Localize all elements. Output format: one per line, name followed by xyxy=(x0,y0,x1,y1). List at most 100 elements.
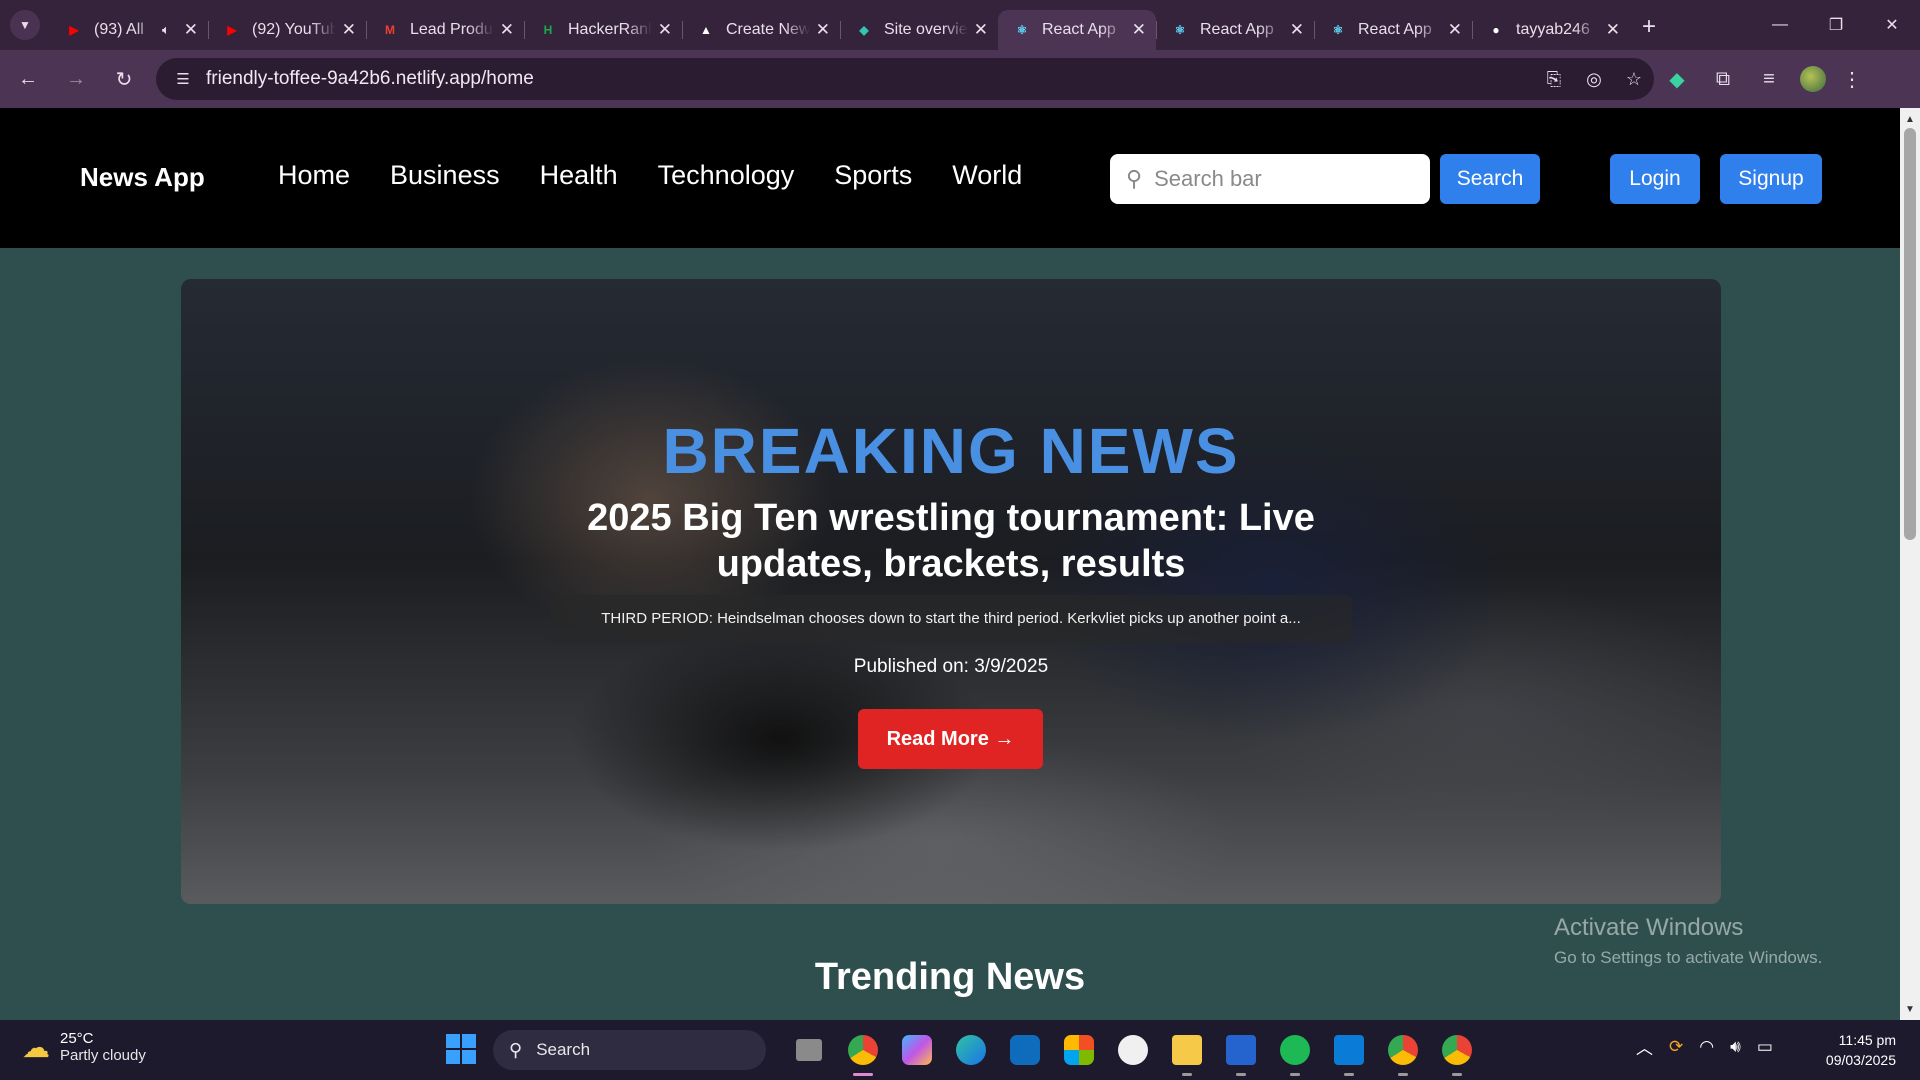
battery-icon[interactable]: ▭ xyxy=(1757,1037,1773,1057)
chrome-taskbar-icon[interactable] xyxy=(836,1030,890,1076)
tab-close-icon[interactable]: ✕ xyxy=(500,20,514,40)
file-explorer-icon[interactable] xyxy=(1160,1030,1214,1076)
nav-link-world[interactable]: World xyxy=(952,160,1022,191)
browser-tab[interactable]: ● tayyab246 ✕ xyxy=(1472,10,1630,50)
login-button[interactable]: Login xyxy=(1610,154,1700,204)
tab-close-icon[interactable]: ✕ xyxy=(1606,20,1620,40)
tab-title: HackerRank xyxy=(568,21,652,38)
address-bar[interactable]: ☰ friendly-toffee-9a42b6.netlify.app/hom… xyxy=(156,58,1654,100)
extensions-puzzle-icon[interactable]: ⧉ xyxy=(1700,68,1746,91)
weather-widget[interactable]: ☁ 25°C Partly cloudy xyxy=(22,1030,146,1064)
tab-close-icon[interactable]: ✕ xyxy=(658,20,672,40)
category-menu: Home Business Health Technology Sports World xyxy=(278,160,1062,191)
volume-icon[interactable]: 🔊︎ xyxy=(1730,1037,1741,1057)
search-box[interactable]: ⚲ xyxy=(1110,154,1430,204)
edge-icon[interactable] xyxy=(944,1030,998,1070)
speaker-icon[interactable]: 🔈︎ xyxy=(162,22,170,38)
tab-close-icon[interactable]: ✕ xyxy=(342,20,356,40)
restore-icon[interactable]: ❐ xyxy=(1808,0,1864,50)
new-tab-plus-icon[interactable]: + xyxy=(1642,13,1656,41)
hero-content: BREAKING NEWS 2025 Big Ten wrestling tou… xyxy=(181,279,1721,904)
todo-check-icon[interactable] xyxy=(1214,1030,1268,1076)
weather-condition: Partly cloudy xyxy=(60,1047,146,1064)
watermark-subtitle: Go to Settings to activate Windows. xyxy=(1554,948,1823,967)
outlook-icon[interactable] xyxy=(998,1030,1052,1070)
netlify-icon: ◆ xyxy=(859,23,869,37)
reload-icon[interactable]: ↻ xyxy=(104,59,144,99)
taskbar-search-label: Search xyxy=(536,1040,591,1059)
eye-off-icon[interactable]: ◎ xyxy=(1574,69,1614,90)
chrome-profile-2-icon[interactable] xyxy=(1430,1030,1484,1076)
extension-logo-icon[interactable]: ◆ xyxy=(1654,67,1700,92)
windows-taskbar: ☁ 25°C Partly cloudy ⚲ Search ︿ ⟳ ◠ 🔊︎ ▭… xyxy=(0,1020,1920,1080)
minimize-icon[interactable]: — xyxy=(1752,0,1808,50)
browser-tab[interactable]: ▲ Create New ✕ xyxy=(682,10,840,50)
microsoft-store-icon[interactable] xyxy=(1052,1030,1106,1070)
tab-close-icon[interactable]: ✕ xyxy=(816,20,830,40)
tab-search-chevron-icon[interactable]: ▼ xyxy=(10,10,40,40)
install-app-icon[interactable]: ⎘ xyxy=(1534,69,1574,90)
chrome-profile-icon[interactable] xyxy=(1376,1030,1430,1076)
tab-close-icon[interactable]: ✕ xyxy=(1448,20,1462,40)
browser-tab[interactable]: ⚛ React App ✕ xyxy=(998,10,1156,50)
window-controls: — ❐ ✕ xyxy=(1752,0,1920,50)
signup-button[interactable]: Signup xyxy=(1720,154,1822,204)
taskbar-clock[interactable]: 11:45 pm 09/03/2025 xyxy=(1826,1030,1896,1070)
scrollbar-thumb[interactable] xyxy=(1904,128,1916,540)
page-scrollbar[interactable]: ▲ ▼ xyxy=(1900,108,1920,1020)
nav-link-sports[interactable]: Sports xyxy=(834,160,912,191)
read-more-button[interactable]: Read More → xyxy=(858,709,1043,769)
browser-tab[interactable]: ▶ (93) All 🔈︎ ✕ xyxy=(50,10,208,50)
browser-tab[interactable]: ▶ (92) YouTube ✕ xyxy=(208,10,366,50)
more-menu-icon[interactable]: ⋮ xyxy=(1840,67,1864,92)
chevron-up-icon[interactable]: ︿ xyxy=(1636,1034,1653,1059)
media-queue-icon[interactable]: ≡ xyxy=(1746,68,1792,91)
activate-windows-watermark: Activate Windows Go to Settings to activ… xyxy=(1554,914,1822,968)
tab-close-icon[interactable]: ✕ xyxy=(1290,20,1304,40)
back-arrow-icon[interactable]: ← xyxy=(8,59,48,99)
spotify-icon[interactable] xyxy=(1268,1030,1322,1076)
react-icon: ⚛ xyxy=(1016,23,1028,37)
task-view-icon[interactable] xyxy=(782,1030,836,1070)
search-button[interactable]: Search xyxy=(1440,154,1540,204)
browser-tab[interactable]: ◆ Site overview ✕ xyxy=(840,10,998,50)
close-window-icon[interactable]: ✕ xyxy=(1864,0,1920,50)
vscode-icon[interactable] xyxy=(1322,1030,1376,1076)
sync-icon[interactable]: ⟳ xyxy=(1669,1037,1683,1057)
browser-tab[interactable]: ⚛ React App ✕ xyxy=(1314,10,1472,50)
site-brand[interactable]: News App xyxy=(80,162,205,193)
browser-tab[interactable]: M Lead Product ✕ xyxy=(366,10,524,50)
tab-list: ▶ (93) All 🔈︎ ✕ ▶ (92) YouTube ✕ M Lead Product ✕… xyxy=(50,0,1630,50)
app-icon[interactable] xyxy=(1106,1030,1160,1070)
browser-tab[interactable]: ⚛ React App ✕ xyxy=(1156,10,1314,50)
tab-close-icon[interactable]: ✕ xyxy=(184,20,198,40)
copilot-icon[interactable] xyxy=(890,1030,944,1070)
windows-start-icon[interactable] xyxy=(446,1034,476,1064)
tab-close-icon[interactable]: ✕ xyxy=(974,20,988,40)
wifi-icon[interactable]: ◠ xyxy=(1699,1037,1714,1057)
tab-title: Create New xyxy=(726,21,810,38)
react-icon: ⚛ xyxy=(1332,23,1344,37)
bookmark-star-icon[interactable]: ☆ xyxy=(1614,69,1654,90)
taskbar-apps xyxy=(782,1030,1484,1076)
tab-title: React App xyxy=(1358,21,1432,38)
github-icon: ● xyxy=(1492,23,1500,37)
site-info-icon[interactable]: ☰ xyxy=(170,66,196,92)
url-text[interactable]: friendly-toffee-9a42b6.netlify.app/home xyxy=(206,68,1534,90)
forward-arrow-icon[interactable]: → xyxy=(56,59,96,99)
nav-link-business[interactable]: Business xyxy=(390,160,500,191)
nav-link-home[interactable]: Home xyxy=(278,160,350,191)
youtube-icon: ▶ xyxy=(227,23,237,37)
scroll-down-arrow-icon[interactable]: ▼ xyxy=(1900,1000,1920,1018)
taskbar-search[interactable]: ⚲ Search xyxy=(493,1030,766,1070)
clock-date: 09/03/2025 xyxy=(1825,1052,1896,1068)
profile-avatar[interactable] xyxy=(1800,66,1826,92)
nav-link-technology[interactable]: Technology xyxy=(658,160,795,191)
scroll-up-arrow-icon[interactable]: ▲ xyxy=(1900,110,1920,128)
search-input[interactable] xyxy=(1154,166,1405,192)
nav-link-health[interactable]: Health xyxy=(540,160,618,191)
gmail-icon: M xyxy=(385,23,395,37)
browser-tab[interactable]: H HackerRank ✕ xyxy=(524,10,682,50)
tab-close-icon[interactable]: ✕ xyxy=(1132,20,1146,40)
breaking-news-hero: BREAKING NEWS 2025 Big Ten wrestling tou… xyxy=(181,279,1721,904)
